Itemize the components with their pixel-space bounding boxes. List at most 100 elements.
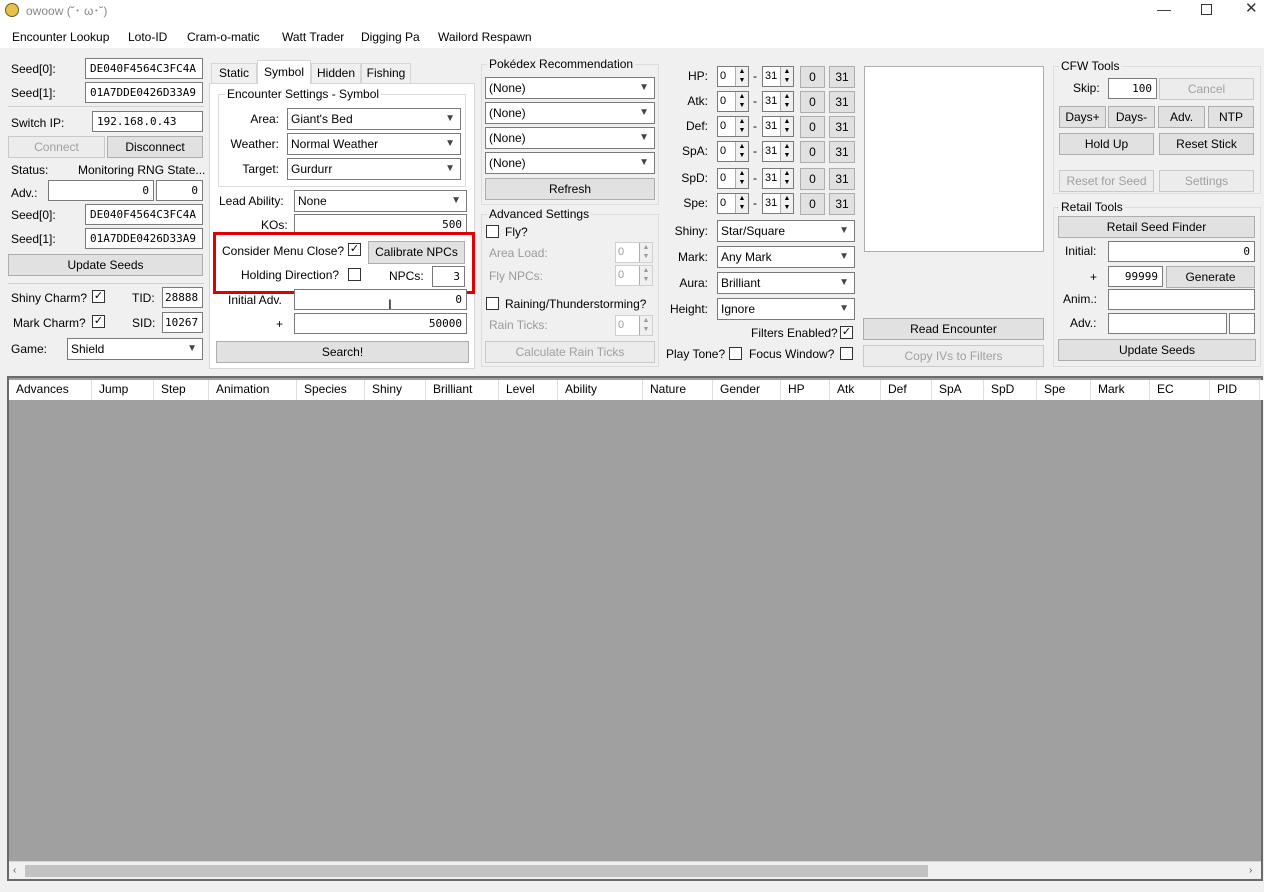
column-header[interactable]: Nature bbox=[643, 380, 713, 400]
column-header[interactable]: Brilliant bbox=[426, 380, 499, 400]
iv-min-spinner[interactable]: 0 ▲ ▼ bbox=[717, 193, 749, 214]
iv-max-spinner[interactable]: 31 ▲ ▼ bbox=[762, 91, 794, 112]
sid-field[interactable]: 10267 bbox=[162, 312, 203, 333]
retail-seed-finder-button[interactable]: Retail Seed Finder bbox=[1058, 216, 1255, 238]
pokedex-select-1[interactable]: (None) ▼ bbox=[485, 77, 655, 99]
raining-checkbox[interactable] bbox=[486, 297, 499, 310]
column-header[interactable]: Atk bbox=[830, 380, 881, 400]
reset-stick-button[interactable]: Reset Stick bbox=[1159, 133, 1254, 155]
scrollbar-thumb[interactable] bbox=[25, 865, 928, 877]
fly-npcs-spinner[interactable]: 0 ▲ ▼ bbox=[615, 265, 653, 286]
iv-max-spinner[interactable]: 31 ▲ ▼ bbox=[762, 116, 794, 137]
switch-ip-field[interactable]: 192.168.0.43 bbox=[92, 111, 203, 132]
column-header[interactable]: Def bbox=[881, 380, 932, 400]
tab-symbol[interactable]: Symbol bbox=[257, 60, 311, 84]
tab-fishing[interactable]: Fishing bbox=[361, 63, 411, 83]
iv-min-spinner[interactable]: 0 ▲ ▼ bbox=[717, 91, 749, 112]
adv-field-a[interactable]: 0 bbox=[48, 180, 154, 201]
iv-max-button[interactable]: 31 bbox=[829, 66, 855, 88]
iv-min-spinner[interactable]: 0 ▲ ▼ bbox=[717, 66, 749, 87]
maximize-icon[interactable] bbox=[1201, 4, 1212, 15]
rain-ticks-spinner[interactable]: 0 ▲ ▼ bbox=[615, 315, 653, 336]
retail-plus-field[interactable]: 99999 bbox=[1108, 266, 1163, 287]
horizontal-scrollbar[interactable]: ‹ › bbox=[9, 861, 1261, 879]
menu-wailord-respawn[interactable]: Wailord Respawn bbox=[438, 29, 532, 45]
minimize-icon[interactable]: — bbox=[1157, 2, 1171, 16]
menu-loto-id[interactable]: Loto-ID bbox=[128, 29, 167, 45]
tid-field[interactable]: 28888 bbox=[162, 287, 203, 308]
ntp-button[interactable]: NTP bbox=[1208, 106, 1254, 128]
mark-charm-checkbox[interactable]: ✓ bbox=[92, 315, 105, 328]
weather-select[interactable]: Normal Weather ▼ bbox=[287, 133, 461, 155]
column-header[interactable]: Advances bbox=[9, 380, 92, 400]
copy-ivs-button[interactable]: Copy IVs to Filters bbox=[863, 345, 1044, 367]
column-header[interactable]: Ability bbox=[558, 380, 643, 400]
search-button[interactable]: Search! bbox=[216, 341, 469, 363]
retail-adv-field-b[interactable] bbox=[1229, 313, 1255, 334]
iv-max-spinner[interactable]: 31 ▲ ▼ bbox=[762, 168, 794, 189]
skip-field[interactable]: 100 bbox=[1108, 78, 1157, 99]
pokedex-select-4[interactable]: (None) ▼ bbox=[485, 152, 655, 174]
iv-max-button[interactable]: 31 bbox=[829, 193, 855, 215]
area-load-spinner[interactable]: 0 ▲ ▼ bbox=[615, 242, 653, 263]
results-grid[interactable] bbox=[7, 376, 1263, 881]
iv-zero-button[interactable]: 0 bbox=[800, 66, 825, 88]
column-header[interactable]: SpA bbox=[932, 380, 984, 400]
scroll-left-icon[interactable]: ‹ bbox=[13, 864, 16, 878]
disconnect-button[interactable]: Disconnect bbox=[107, 136, 203, 158]
adv-button[interactable]: Adv. bbox=[1158, 106, 1205, 128]
iv-zero-button[interactable]: 0 bbox=[800, 193, 825, 215]
cancel-button[interactable]: Cancel bbox=[1159, 78, 1254, 100]
column-header[interactable]: PID bbox=[1210, 380, 1260, 400]
iv-zero-button[interactable]: 0 bbox=[800, 116, 825, 138]
iv-zero-button[interactable]: 0 bbox=[800, 168, 825, 190]
settings-button[interactable]: Settings bbox=[1159, 170, 1254, 192]
iv-max-spinner[interactable]: 31 ▲ ▼ bbox=[762, 193, 794, 214]
plus-field[interactable]: 50000 bbox=[294, 313, 467, 334]
anim-field[interactable] bbox=[1108, 289, 1255, 310]
days-minus-button[interactable]: Days- bbox=[1108, 106, 1155, 128]
read-encounter-button[interactable]: Read Encounter bbox=[863, 318, 1044, 340]
menu-encounter-lookup[interactable]: Encounter Lookup bbox=[12, 29, 109, 45]
iv-min-spinner[interactable]: 0 ▲ ▼ bbox=[717, 168, 749, 189]
height-filter-select[interactable]: Ignore ▼ bbox=[717, 298, 855, 320]
aura-filter-select[interactable]: Brilliant ▼ bbox=[717, 272, 855, 294]
area-select[interactable]: Giant's Bed ▼ bbox=[287, 108, 461, 130]
column-header[interactable]: SpD bbox=[984, 380, 1037, 400]
retail-adv-field-a[interactable] bbox=[1108, 313, 1227, 334]
tab-hidden[interactable]: Hidden bbox=[311, 63, 361, 83]
lead-ability-select[interactable]: None ▼ bbox=[294, 190, 467, 212]
iv-max-button[interactable]: 31 bbox=[829, 141, 855, 163]
menu-cram-o-matic[interactable]: Cram-o-matic bbox=[187, 29, 260, 45]
column-header[interactable]: Spe bbox=[1037, 380, 1091, 400]
iv-max-button[interactable]: 31 bbox=[829, 168, 855, 190]
days-plus-button[interactable]: Days+ bbox=[1059, 106, 1106, 128]
pokedex-select-3[interactable]: (None) ▼ bbox=[485, 127, 655, 149]
adv-field-b[interactable]: 0 bbox=[156, 180, 203, 201]
initial-field[interactable]: 0 bbox=[1108, 241, 1255, 262]
iv-zero-button[interactable]: 0 bbox=[800, 91, 825, 113]
seed1-field[interactable]: 01A7DDE0426D33A9 bbox=[85, 82, 203, 103]
column-header[interactable]: HP bbox=[781, 380, 830, 400]
column-header[interactable]: Jump bbox=[92, 380, 154, 400]
pokedex-select-2[interactable]: (None) ▼ bbox=[485, 102, 655, 124]
close-icon[interactable]: ✕ bbox=[1245, 1, 1258, 16]
iv-max-button[interactable]: 31 bbox=[829, 91, 855, 113]
iv-max-spinner[interactable]: 31 ▲ ▼ bbox=[762, 141, 794, 162]
column-header[interactable]: Step bbox=[154, 380, 209, 400]
initial-adv-field[interactable]: 0 bbox=[294, 289, 467, 310]
shiny-filter-select[interactable]: Star/Square ▼ bbox=[717, 220, 855, 242]
iv-max-button[interactable]: 31 bbox=[829, 116, 855, 138]
column-header[interactable]: Animation bbox=[209, 380, 297, 400]
game-select[interactable]: Shield ▼ bbox=[67, 338, 203, 360]
update-seeds-button[interactable]: Update Seeds bbox=[8, 254, 203, 276]
iv-min-spinner[interactable]: 0 ▲ ▼ bbox=[717, 141, 749, 162]
menu-digging-pa[interactable]: Digging Pa bbox=[361, 29, 420, 45]
column-header[interactable]: Level bbox=[499, 380, 558, 400]
refresh-button[interactable]: Refresh bbox=[485, 178, 655, 200]
tab-static[interactable]: Static bbox=[211, 63, 257, 83]
seed0b-field[interactable]: DE040F4564C3FC4A bbox=[85, 204, 203, 225]
generate-button[interactable]: Generate bbox=[1166, 266, 1255, 288]
calculate-rain-ticks-button[interactable]: Calculate Rain Ticks bbox=[485, 341, 655, 363]
reset-for-seed-button[interactable]: Reset for Seed bbox=[1059, 170, 1154, 192]
